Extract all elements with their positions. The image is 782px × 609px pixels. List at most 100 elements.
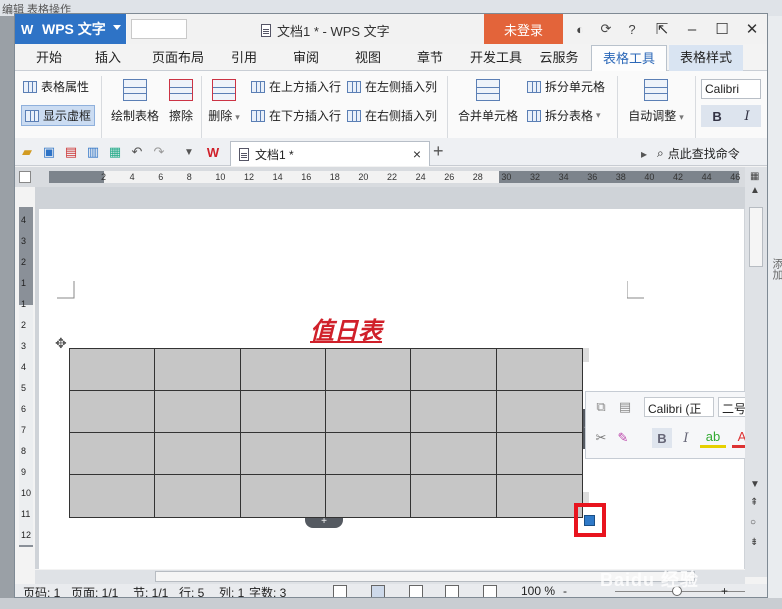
table-cell[interactable] — [411, 433, 497, 475]
zoom-out-button[interactable]: - — [563, 584, 567, 597]
select-browse-object-icon[interactable]: ○ — [750, 517, 756, 528]
table-resize-handle-icon[interactable] — [584, 515, 595, 526]
page-view-icon[interactable] — [371, 585, 385, 597]
next-page-icon[interactable]: ⇟ — [750, 537, 758, 548]
redo-icon[interactable]: ↷ — [151, 144, 167, 160]
table-move-handle-icon[interactable]: ✥ — [55, 335, 67, 352]
tab-review[interactable]: 审阅 — [281, 45, 331, 71]
table-cell[interactable] — [411, 475, 497, 517]
collapse-ribbon-icon[interactable]: ▸ — [641, 147, 647, 161]
vertical-scrollbar[interactable]: ▦ ▲ ▼ ⇞ ○ ⇟ — [745, 167, 767, 577]
insert-row-above-button[interactable]: 在上方插入行 — [251, 78, 341, 95]
document-page[interactable]: 值日表 ✥ + + — [39, 209, 744, 569]
previous-page-icon[interactable]: ⇞ — [750, 497, 758, 508]
table-cell[interactable] — [496, 349, 582, 391]
table-cell[interactable] — [70, 433, 156, 475]
quick-access-box[interactable] — [131, 19, 187, 39]
tab-cloud[interactable]: 云服务 — [531, 45, 587, 71]
table-cell[interactable] — [240, 433, 326, 475]
fullscreen-icon[interactable] — [333, 585, 347, 597]
table-cell[interactable] — [240, 391, 326, 433]
table-cell[interactable] — [411, 349, 497, 391]
app-menu-button[interactable]: W WPS 文字 — [15, 14, 126, 44]
print-preview-icon[interactable]: ▦ — [107, 144, 123, 160]
table-cell[interactable] — [240, 349, 326, 391]
duty-table[interactable] — [69, 348, 583, 518]
tab-sections[interactable]: 章节 — [405, 45, 455, 71]
open-folder-icon[interactable]: ▰ — [19, 144, 35, 160]
table-cell[interactable] — [496, 391, 582, 433]
skin-icon[interactable]: ◐ — [567, 14, 593, 44]
split-table-button[interactable]: 拆分表格 ▾ — [527, 107, 601, 124]
insert-column-right-button[interactable]: 在右侧插入列 — [347, 107, 437, 124]
tab-developer[interactable]: 开发工具 — [465, 45, 527, 71]
find-command-box[interactable]: ▸ ⌕ 点此查找命令 — [641, 145, 740, 162]
insert-column-left-button[interactable]: 在左侧插入列 — [347, 78, 437, 95]
table-cell[interactable] — [70, 475, 156, 517]
table-cell[interactable] — [326, 349, 412, 391]
table-cell[interactable] — [241, 475, 326, 517]
tab-references[interactable]: 引用 — [219, 45, 269, 71]
bold-button[interactable]: B — [712, 109, 721, 124]
table-cell[interactable] — [496, 433, 582, 475]
save-icon[interactable]: ▣ — [41, 144, 57, 160]
table-cell[interactable] — [326, 475, 412, 517]
tab-stop-selector[interactable] — [19, 171, 31, 183]
tab-page-layout[interactable]: 页面布局 — [143, 45, 213, 71]
table-cell[interactable] — [155, 475, 241, 517]
table-cell[interactable] — [155, 433, 241, 475]
maximize-icon[interactable]: ☐ — [707, 14, 737, 44]
table-cell[interactable] — [155, 349, 241, 391]
login-button[interactable]: 未登录 — [484, 14, 563, 44]
delete-button[interactable]: 删除 ▾ — [205, 79, 243, 124]
zoom-in-button[interactable]: + — [721, 584, 728, 597]
document-tab[interactable]: 文档1 * × — [230, 141, 430, 166]
italic-button[interactable]: I — [744, 109, 749, 124]
tab-view[interactable]: 视图 — [343, 45, 393, 71]
close-icon[interactable]: ✕ — [737, 14, 767, 44]
copy-icon[interactable]: ⧉ — [592, 397, 610, 417]
reading-mode-icon[interactable] — [483, 585, 497, 597]
add-row-button[interactable]: + — [305, 517, 343, 528]
mini-italic-button[interactable]: I — [676, 428, 696, 448]
vertical-ruler[interactable]: 4 3 2 1 1 2 3 4 5 6 7 8 9 10 11 12 — [19, 207, 33, 547]
undo-icon[interactable]: ↶ — [129, 144, 145, 160]
table-cell[interactable] — [326, 433, 412, 475]
export-pdf-icon[interactable]: ▤ — [63, 144, 79, 160]
eraser-button[interactable]: 擦除 — [165, 79, 197, 124]
web-view-icon[interactable] — [445, 585, 459, 597]
print-icon[interactable]: ▥ — [85, 144, 101, 160]
tab-insert[interactable]: 插入 — [83, 45, 133, 71]
tab-table-tools[interactable]: 表格工具 — [591, 45, 667, 71]
pin-icon[interactable]: ⇱ — [647, 14, 677, 44]
highlight-pen-icon[interactable]: ab — [700, 428, 726, 448]
customize-dropdown-icon[interactable]: ▼ — [181, 144, 197, 160]
new-tab-button[interactable]: + — [433, 141, 444, 162]
insert-row-below-button[interactable]: 在下方插入行 — [251, 107, 341, 124]
table-cell[interactable] — [70, 349, 156, 391]
table-cell[interactable] — [326, 391, 412, 433]
mini-bold-button[interactable]: B — [652, 428, 672, 448]
draw-table-button[interactable]: 绘制表格 — [109, 79, 161, 124]
table-cell[interactable] — [155, 391, 241, 433]
cut-icon[interactable]: ✂ — [592, 428, 610, 448]
minimize-icon[interactable]: – — [677, 14, 707, 44]
wps-brand-icon[interactable]: W — [205, 144, 221, 160]
table-cell[interactable] — [70, 391, 156, 433]
table-properties-button[interactable]: 表格属性 — [23, 78, 89, 95]
show-gridlines-button[interactable]: 显示虚框 — [21, 105, 96, 126]
close-tab-icon[interactable]: × — [413, 146, 421, 162]
paste-icon[interactable]: ▤ — [614, 397, 636, 417]
scroll-down-icon[interactable]: ▼ — [750, 479, 760, 490]
horizontal-ruler[interactable]: 2 4 6 8 10 12 14 16 18 20 22 24 26 28 30 32 34 36 38 40 42 44… — [49, 171, 740, 183]
table-cell[interactable] — [411, 391, 497, 433]
merge-cells-button[interactable]: 合并单元格 — [455, 79, 521, 124]
split-cells-button[interactable]: 拆分单元格 — [527, 78, 605, 95]
tab-table-style[interactable]: 表格样式 — [669, 45, 743, 71]
format-painter-icon[interactable]: ✎ — [614, 428, 632, 448]
auto-fit-button[interactable]: 自动调整 ▾ — [623, 79, 689, 124]
tab-home[interactable]: 开始 — [23, 45, 75, 71]
font-family-select[interactable]: Calibri (正 — [701, 79, 761, 99]
page-settings-icon[interactable]: ▦ — [750, 171, 759, 182]
table-cell[interactable] — [497, 475, 582, 517]
